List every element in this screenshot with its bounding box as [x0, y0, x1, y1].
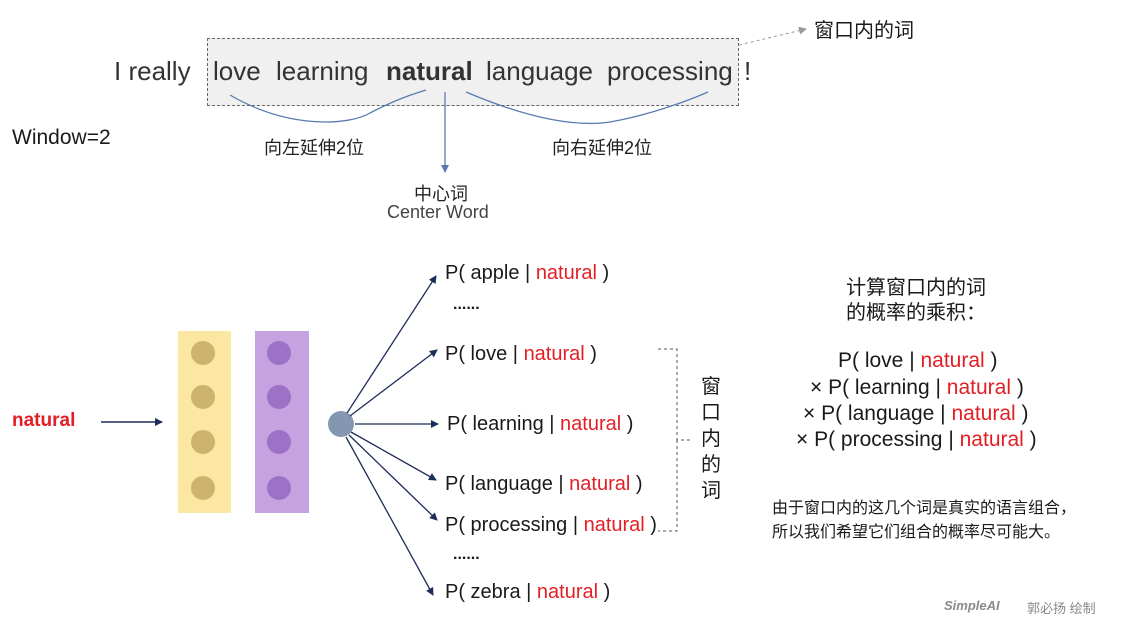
- purple-layer-dot: [267, 341, 291, 365]
- fan-arrow-apple: [346, 275, 437, 414]
- yellow-layer-dot: [191, 341, 215, 365]
- fan-arrow-zebra: [345, 436, 434, 596]
- diagram-graphics: [101, 26, 807, 596]
- fan-arrow-processing: [348, 434, 438, 521]
- output-node: [328, 411, 354, 437]
- purple-layer-dot: [267, 385, 291, 409]
- yellow-layer-dot: [191, 385, 215, 409]
- fan-arrow-language: [350, 431, 437, 481]
- window-bracket: [658, 348, 690, 532]
- window-callout-arrow: [738, 26, 807, 46]
- extend-right-curve: [465, 91, 709, 125]
- extend-left-curve: [229, 89, 427, 123]
- purple-layer-dot: [267, 476, 291, 500]
- yellow-layer-dot: [191, 430, 215, 454]
- fan-arrow-love: [349, 349, 438, 417]
- purple-layer-dot: [267, 430, 291, 454]
- yellow-layer-dot: [191, 476, 215, 500]
